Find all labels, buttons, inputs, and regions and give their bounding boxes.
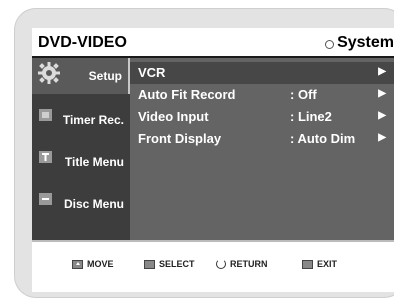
menu-row-label: Front Display [138,131,222,146]
menu-row-value: : Line2 [290,109,332,124]
header-section-label: System [337,34,394,51]
menu-row-label: Auto Fit Record [138,87,236,102]
hint-return-label: RETURN [230,259,268,269]
hint-exit: EXIT [302,259,337,269]
arrow-right-icon: ▶ [378,110,386,121]
sidebar-item-disc-menu[interactable]: Disc Menu [32,186,130,222]
hint-move-label: MOVE [87,259,114,269]
menu-row-vcr[interactable]: VCR ▶ [130,62,394,84]
sidebar-item-label: Setup [88,69,122,83]
hint-return: RETURN [216,259,268,269]
menu-row-auto-fit-record[interactable]: Auto Fit Record : Off ▶ [130,84,394,106]
hint-exit-label: EXIT [317,259,338,269]
hint-move: MOVE [72,259,114,269]
header-title: DVD-VIDEO [38,34,127,51]
exit-icon [302,259,313,269]
select-icon [144,259,155,269]
sidebar-item-label: Timer Rec. [62,113,124,127]
hint-select-label: SELECT [159,259,195,269]
menu-row-label: Video Input [138,109,209,124]
sidebar-item-timer-rec[interactable]: Timer Rec. [32,102,130,138]
hint-select: SELECT [144,259,195,269]
arrow-right-icon: ▶ [378,66,386,77]
header-section: System [325,34,394,52]
sidebar-item-label: Disc Menu [63,197,124,211]
menu-row-value: : Off [290,87,317,102]
sidebar-item-label: Title Menu [64,155,124,169]
arrow-right-icon: ▶ [378,132,386,143]
sidebar-item-title-menu[interactable]: Title Menu [32,144,130,180]
sidebar: Setup Timer Rec. Title Menu Disc Menu [32,58,130,240]
sidebar-item-setup[interactable]: Setup [32,58,130,94]
header-bar: DVD-VIDEO System [32,28,394,58]
gear-icon [38,62,60,84]
title-icon [39,151,52,163]
menu-row-value: : Auto Dim [290,131,356,146]
menu-row-label: VCR [138,65,166,80]
menu-row-video-input[interactable]: Video Input : Line2 ▶ [130,106,394,128]
arrow-right-icon: ▶ [378,88,386,99]
circle-icon [325,39,335,49]
menu-panel: VCR ▶ Auto Fit Record : Off ▶ Video Inpu… [130,58,394,240]
footer-hints: MOVE SELECT RETURN EXIT [32,240,394,292]
menu-row-front-display[interactable]: Front Display : Auto Dim ▶ [130,128,394,150]
disc-icon [39,193,52,205]
timer-icon [39,109,52,121]
move-icon [72,259,83,269]
return-icon [216,259,226,269]
osd-screen: DVD-VIDEO System Setup Timer Rec. Title … [32,28,394,292]
